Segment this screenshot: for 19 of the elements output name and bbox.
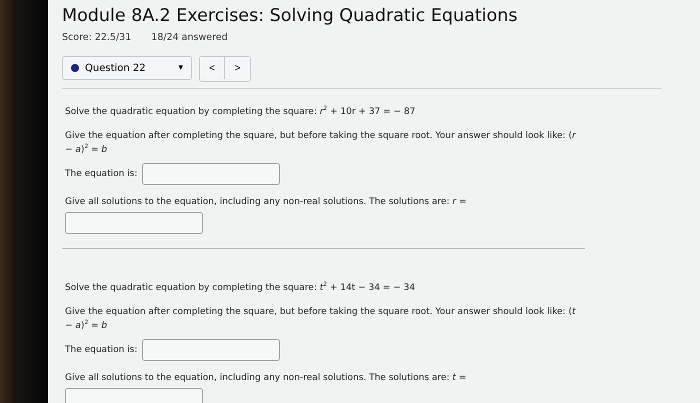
question-label: Question 22 bbox=[85, 62, 146, 74]
instruction-text: Give the equation after completing the square, but before taking the square root. Your answer should look like: (r − a)$^{2}$ = b bbox=[65, 130, 578, 157]
page-title: Module 8A.2 Exercises: Solving Quadratic Equations bbox=[62, 6, 518, 26]
question-select[interactable]: Question 22 ▾ bbox=[62, 56, 192, 80]
question-prompt: Solve the quadratic equation by completing the square: t$^{2}$ + 14t − 34 = − 34 bbox=[65, 281, 416, 295]
instruction-text: Give the equation after completing the square, but before taking the square root. Your answer should look like: (t − a)$^{2}$ = b bbox=[65, 306, 577, 333]
score-text: Score: 22.5/31 bbox=[62, 32, 132, 43]
solutions-label: Give all solutions to the equation, including any non-real solutions. The solutions are: r = bbox=[65, 196, 468, 209]
previous-button[interactable]: < bbox=[200, 57, 225, 79]
solutions-input[interactable] bbox=[65, 212, 203, 234]
status-dot bbox=[71, 64, 79, 72]
caret-icon: ▾ bbox=[178, 63, 183, 73]
question-prompt: Solve the quadratic equation by completing the square: r$^{2}$ + 10r + 37 = − 87 bbox=[65, 105, 416, 119]
equation-label: The equation is: bbox=[65, 345, 138, 355]
solutions-label: Give all solutions to the equation, including any non-real solutions. The solutions are: t = bbox=[65, 372, 468, 385]
equation-input[interactable] bbox=[142, 163, 280, 185]
equation-label: The equation is: bbox=[65, 169, 138, 179]
answered-count: 18/24 answered bbox=[151, 32, 228, 43]
equation-input[interactable] bbox=[142, 339, 280, 361]
